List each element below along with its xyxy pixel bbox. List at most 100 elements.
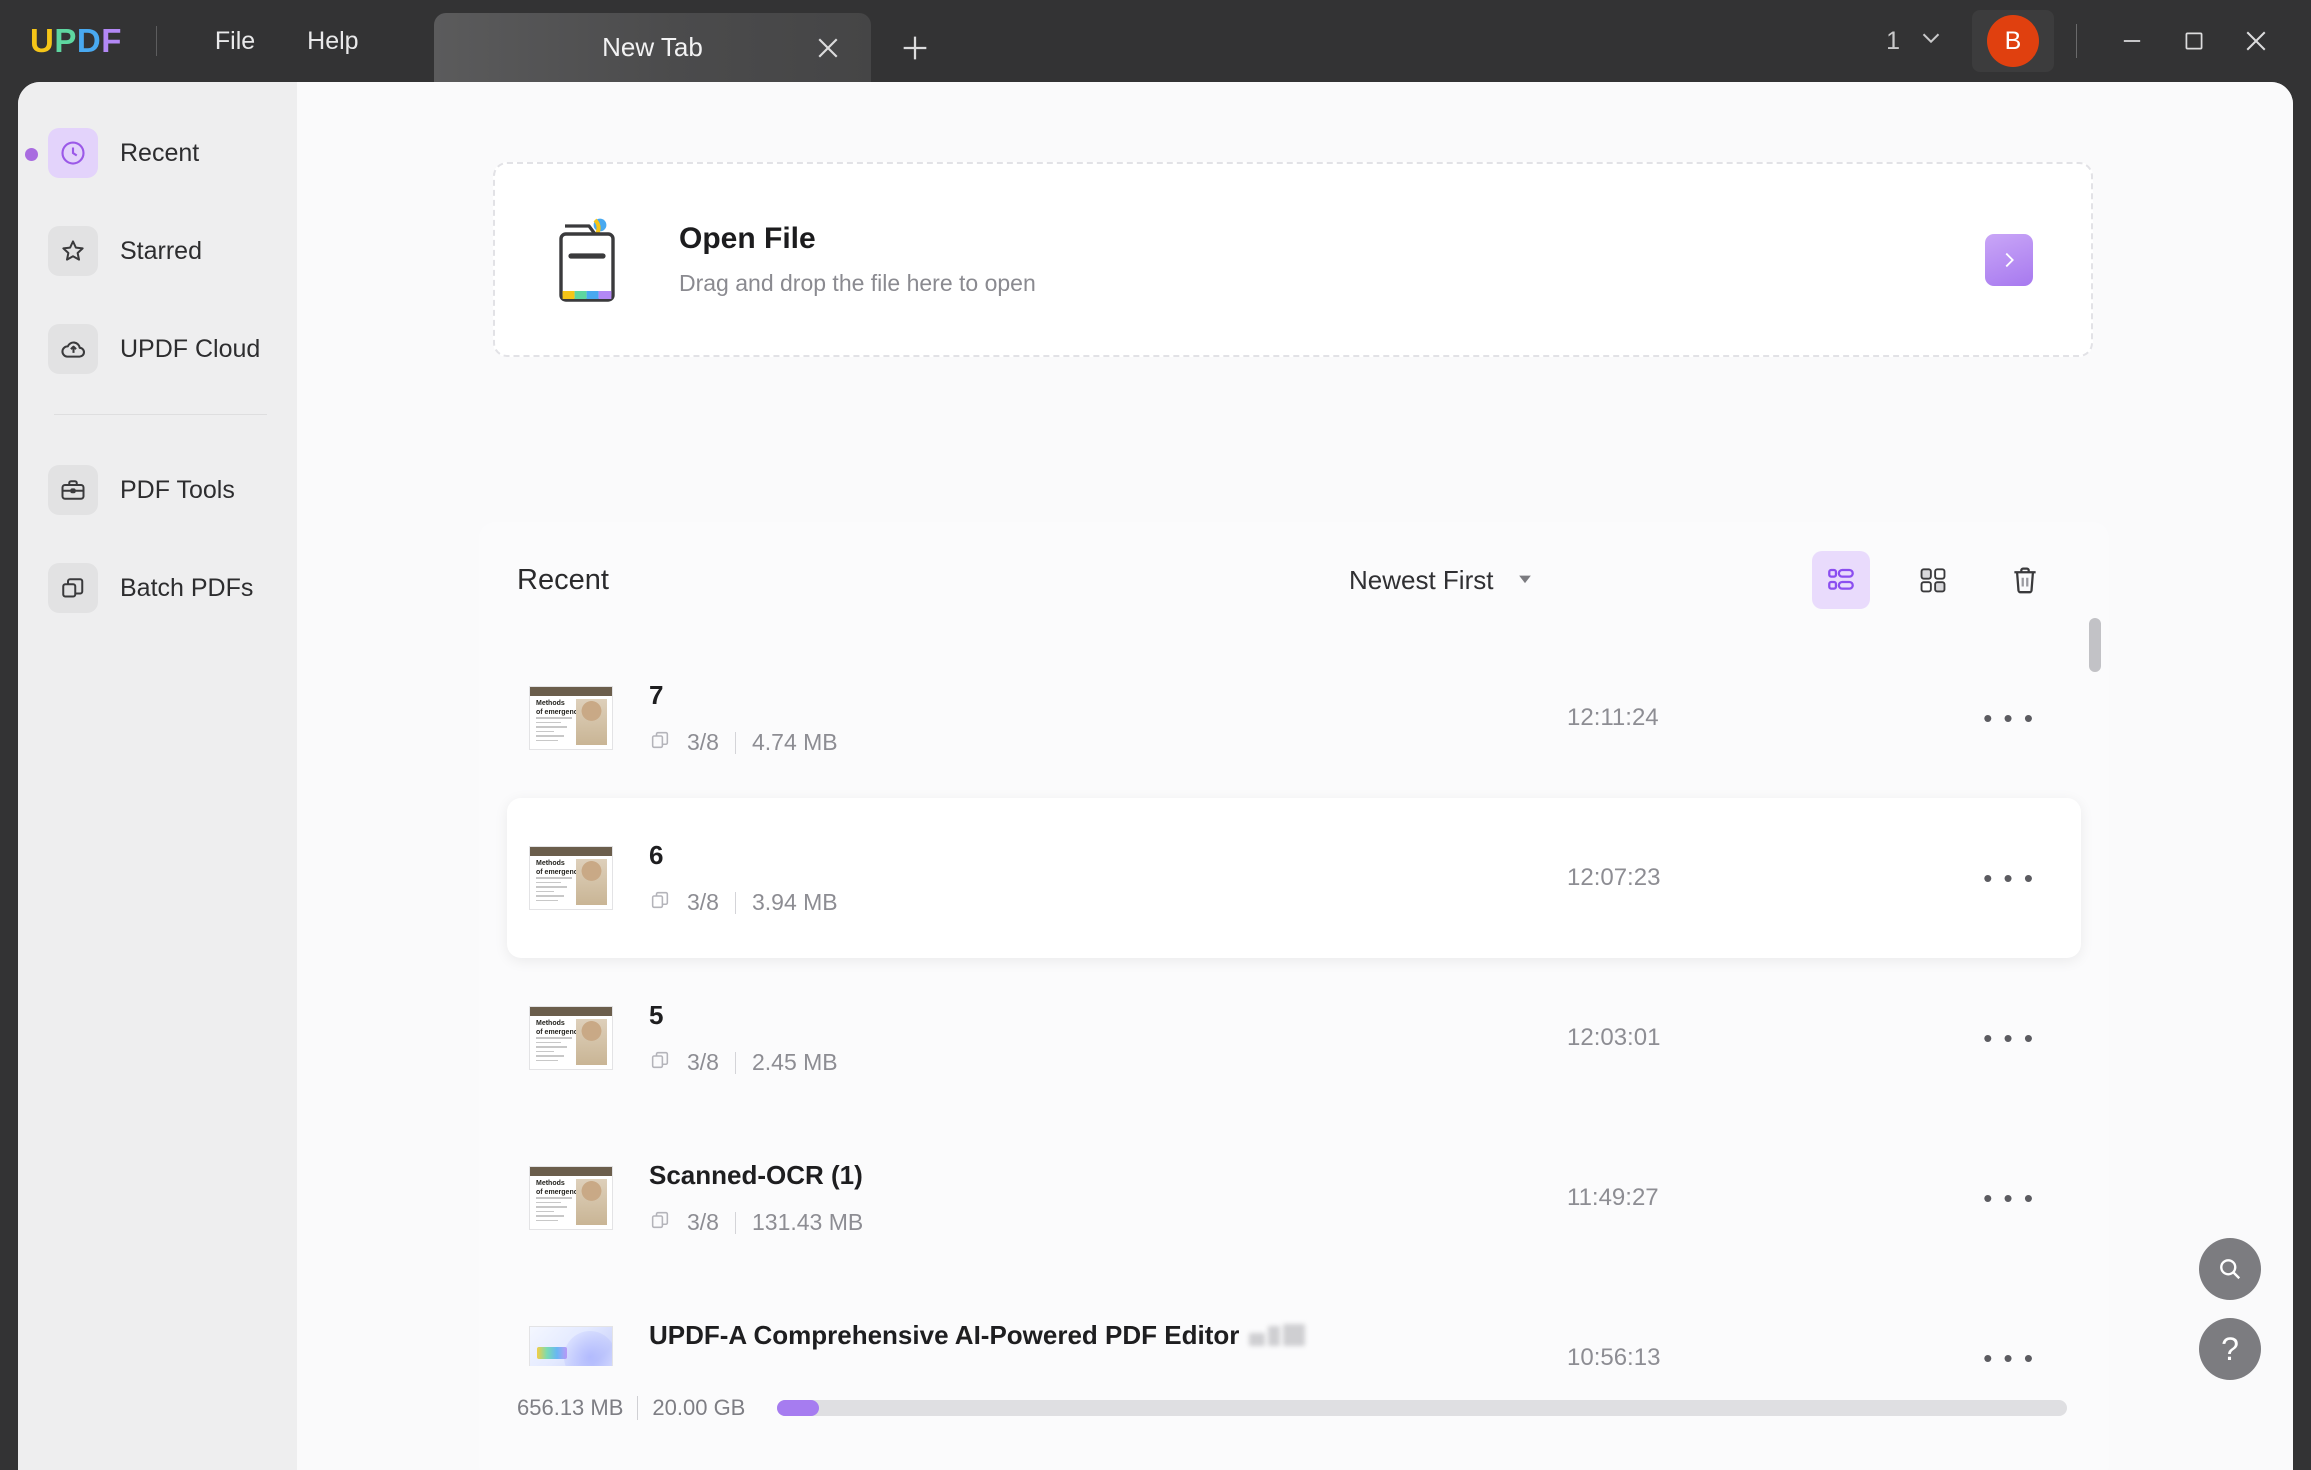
chevron-right-icon[interactable] <box>1985 233 2033 286</box>
file-meta: 7 3/8 4.74 MB <box>649 680 2081 757</box>
main-area: Open File Drag and drop the file here to… <box>297 82 2293 1470</box>
active-section-indicator-dot <box>25 148 38 161</box>
minimize-icon[interactable] <box>2101 10 2163 72</box>
logo-letter-u: U <box>30 22 55 59</box>
page-title: Recent <box>517 563 609 596</box>
file-meta: 5 3/8 2.45 MB <box>649 1000 2081 1077</box>
titlebar-divider <box>155 26 157 56</box>
star-icon <box>48 226 98 276</box>
search-icon[interactable] <box>2199 1238 2261 1300</box>
sidebar-item-label: Batch PDFs <box>120 573 254 602</box>
grid-view-icon[interactable] <box>1904 551 1962 609</box>
file-name-text: 7 <box>649 679 664 710</box>
sidebar-item-batch-pdfs[interactable]: Batch PDFs <box>42 555 279 621</box>
file-time: 12:03:01 <box>1567 1024 1661 1051</box>
recent-header: Recent Newest First <box>479 522 2109 638</box>
page-count: 3/8 <box>687 1209 719 1235</box>
file-time: 12:11:24 <box>1567 704 1659 731</box>
tab-title: New Tab <box>602 32 703 62</box>
file-submeta: 3/8 2.45 MB <box>649 1049 2081 1077</box>
file-meta: 6 3/8 3.94 MB <box>649 840 2081 917</box>
sidebar-item-label: PDF Tools <box>120 475 235 504</box>
more-options-icon[interactable]: • • • <box>1983 1344 2035 1371</box>
file-size: 2.45 MB <box>751 1049 838 1075</box>
page-count: 3/8 <box>687 729 719 755</box>
file-name: Scanned-OCR (1) <box>649 1160 2081 1191</box>
menu-help[interactable]: Help <box>281 17 384 66</box>
more-options-icon[interactable]: • • • <box>1983 864 2035 891</box>
table-row[interactable]: Methods of emergencies 6 3/8 3.94 MB 12:07:23… <box>507 798 2081 958</box>
logo-letter-d: D <box>76 22 102 59</box>
file-name: 7 <box>649 680 2081 711</box>
table-row[interactable]: Methods of emergencies 5 3/8 2.45 MB 12:03:01… <box>507 958 2081 1118</box>
sidebar-item-updf-cloud[interactable]: UPDF Cloud <box>42 316 279 382</box>
table-row[interactable]: Methods of emergencies 7 3/8 4.74 MB 12:11:24… <box>507 638 2081 798</box>
meta-divider <box>734 1051 736 1074</box>
file-name: 6 <box>649 840 2081 871</box>
storage-bar: 656.13 MB 20.00 GB <box>479 1366 2109 1450</box>
pages-icon <box>649 729 671 757</box>
file-submeta: 3/8 131.43 MB <box>649 1209 2081 1237</box>
layers-icon <box>48 563 98 613</box>
plus-icon[interactable] <box>895 28 935 68</box>
menu-file[interactable]: File <box>189 17 281 66</box>
list-view-icon[interactable] <box>1812 551 1870 609</box>
sidebar-item-label: Recent <box>120 138 200 167</box>
maximize-icon[interactable] <box>2163 10 2225 72</box>
file-size: 4.74 MB <box>751 729 838 755</box>
sidebar-item-recent[interactable]: Recent <box>42 120 279 186</box>
logo-letter-f: F <box>101 22 122 59</box>
help-button[interactable]: ? <box>2199 1318 2261 1380</box>
recent-panel: Recent Newest First Methods of emergenci… <box>479 522 2109 1470</box>
file-name: 5 <box>649 1000 2081 1031</box>
file-time: 11:49:27 <box>1567 1184 1659 1211</box>
app-content: Recent Starred UPDF Cloud PDF Tools Batc… <box>18 82 2293 1470</box>
table-row[interactable]: Methods of emergencies Scanned-OCR (1) 3/8 1… <box>507 1118 2081 1278</box>
file-submeta: 3/8 4.74 MB <box>649 729 2081 757</box>
sidebar-divider <box>54 414 267 415</box>
storage-used: 656.13 MB <box>517 1395 624 1420</box>
file-thumbnail: Methods of emergencies <box>529 846 613 910</box>
close-window-icon[interactable] <box>2225 10 2287 72</box>
more-options-icon[interactable]: • • • <box>1983 1184 2035 1211</box>
meta-divider <box>734 1211 736 1234</box>
file-thumbnail: Methods of emergencies <box>529 686 613 750</box>
pages-icon <box>649 1049 671 1077</box>
logo-letter-p: P <box>54 22 77 59</box>
file-list: Methods of emergencies 7 3/8 4.74 MB 12:11:24… <box>479 638 2109 1438</box>
file-name-text: 5 <box>649 999 664 1030</box>
controls-divider <box>2076 24 2077 58</box>
sidebar-item-pdf-tools[interactable]: PDF Tools <box>42 457 279 523</box>
sidebar-item-label: Starred <box>120 236 202 265</box>
meta-divider <box>734 731 736 754</box>
redacted-text-block <box>1249 1324 1306 1346</box>
view-tools <box>1812 551 2054 609</box>
pages-icon <box>649 889 671 917</box>
briefcase-icon <box>48 465 98 515</box>
file-name-text: 6 <box>649 839 664 870</box>
storage-label: 656.13 MB 20.00 GB <box>517 1395 745 1421</box>
clock-icon <box>48 128 98 178</box>
avatar-button[interactable]: B <box>1972 10 2054 72</box>
window-controls-group: 1 B <box>1886 0 2311 82</box>
open-file-card[interactable]: Open File Drag and drop the file here to… <box>493 162 2093 357</box>
cloud-icon <box>48 324 98 374</box>
chevron-down-icon[interactable] <box>1916 23 1946 60</box>
more-options-icon[interactable]: • • • <box>1983 704 2035 731</box>
folder-icon <box>549 212 641 308</box>
trash-icon[interactable] <box>1996 551 2054 609</box>
zoom-control[interactable]: 1 <box>1886 23 1946 60</box>
meta-divider <box>734 891 736 914</box>
file-name-text: Scanned-OCR (1) <box>649 1159 863 1190</box>
sidebar-item-label: UPDF Cloud <box>120 334 261 363</box>
list-scrollbar[interactable] <box>2089 618 2101 672</box>
more-options-icon[interactable]: • • • <box>1983 1024 2035 1051</box>
sidebar: Recent Starred UPDF Cloud PDF Tools Batc… <box>18 82 297 1470</box>
file-size: 131.43 MB <box>751 1209 864 1235</box>
sidebar-item-starred[interactable]: Starred <box>42 218 279 284</box>
sort-dropdown[interactable]: Newest First <box>1349 565 1535 596</box>
close-icon[interactable] <box>811 31 845 65</box>
tab-new-tab[interactable]: New Tab <box>434 13 871 82</box>
zoom-value: 1 <box>1886 26 1900 55</box>
file-submeta: 3/8 3.94 MB <box>649 889 2081 917</box>
